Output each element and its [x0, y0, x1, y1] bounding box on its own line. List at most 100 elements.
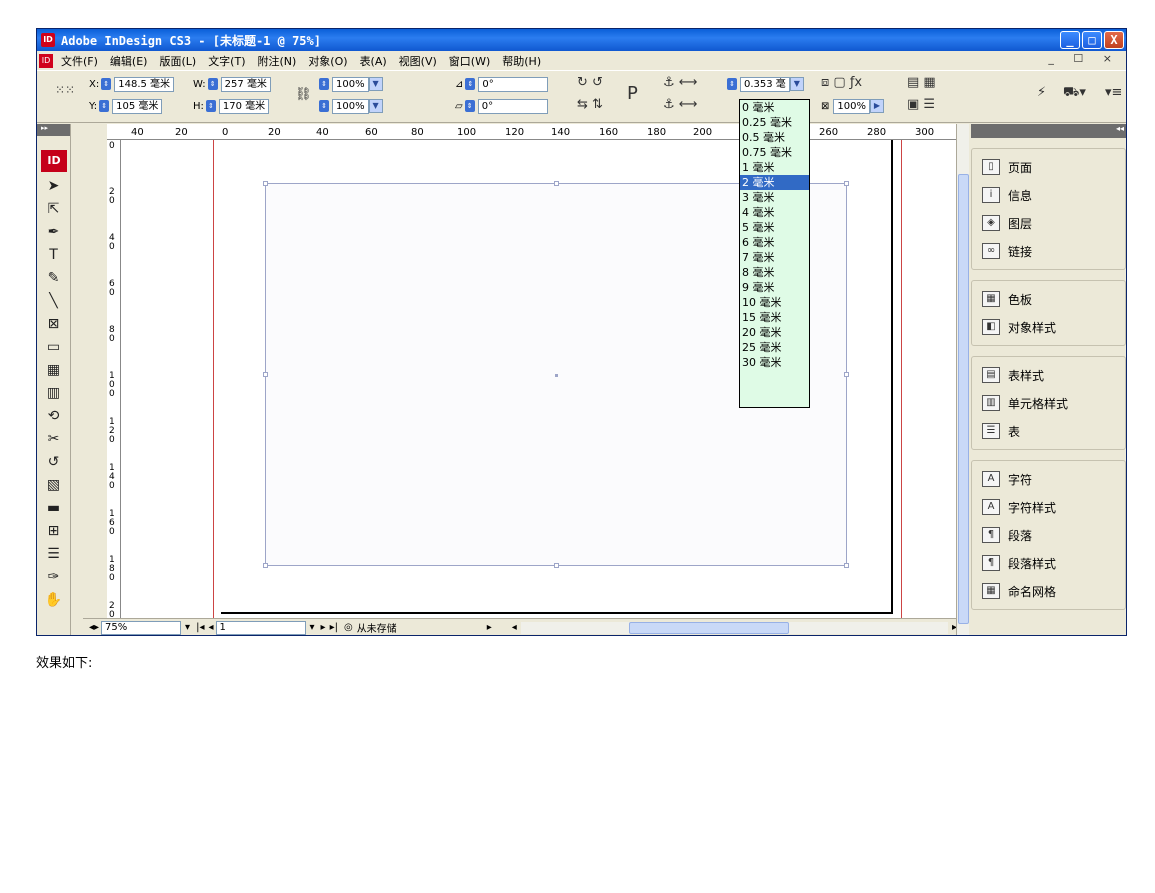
panel-item-pages[interactable]: ▯ 页面 — [972, 153, 1125, 181]
prev-page-icon[interactable]: ◂ — [208, 622, 213, 633]
minimize-button[interactable]: _ — [1060, 31, 1080, 49]
scroll-left-icon[interactable]: ◂ — [512, 622, 517, 633]
gradient-tool-icon[interactable]: ▧ — [37, 477, 70, 500]
panel-item-character-styles[interactable]: A 字符样式 — [972, 493, 1125, 521]
document-icon[interactable]: ID — [39, 53, 53, 68]
constrain-proportions-icon[interactable]: ⛓ — [295, 87, 312, 102]
h-field[interactable]: 170 毫米 — [218, 98, 270, 114]
bridge-icon[interactable]: ⛟▾ — [1063, 85, 1086, 102]
dropdown-option[interactable]: 9 毫米 — [740, 280, 809, 295]
dropdown-option[interactable]: 7 毫米 — [740, 250, 809, 265]
opacity-field[interactable]: 100% — [833, 98, 870, 114]
dropdown-option[interactable]: 5 毫米 — [740, 220, 809, 235]
dropdown-option[interactable]: 20 毫米 — [740, 325, 809, 340]
scale-x-stepper[interactable]: ⇕ — [319, 78, 329, 90]
reference-point-icon[interactable]: ⁙⁙ — [55, 83, 75, 97]
dropdown-option[interactable]: 1 毫米 — [740, 160, 809, 175]
chevron-down-icon[interactable]: ▼ — [789, 77, 804, 91]
selection-tool-icon[interactable]: ➤ — [37, 178, 70, 201]
shear-field[interactable]: 0° — [477, 98, 548, 114]
page-field[interactable]: 1 — [215, 620, 306, 635]
menu-layout[interactable]: 版面(L) — [153, 53, 202, 69]
dropdown-option[interactable]: 0.75 毫米 — [740, 145, 809, 160]
dropdown-option[interactable]: 8 毫米 — [740, 265, 809, 280]
rotate-field[interactable]: 0° — [478, 76, 549, 92]
menu-edit[interactable]: 编辑(E) — [104, 53, 154, 69]
resize-handle[interactable] — [554, 563, 559, 568]
stroke-weight-stepper[interactable]: ⇕ — [727, 78, 737, 90]
rotate-tool-icon[interactable]: ⟲ — [37, 408, 70, 431]
h-stepper[interactable]: ⇕ — [205, 100, 216, 112]
scale-y-stepper[interactable]: ⇕ — [319, 100, 329, 112]
rotate-cw-icon[interactable]: ↻ ↺ — [577, 75, 603, 90]
pencil-tool-icon[interactable]: ✎ — [37, 270, 70, 293]
text-frame-p-icon[interactable]: P — [627, 83, 638, 104]
free-transform-tool-icon[interactable]: ↺ — [37, 454, 70, 477]
resize-handle[interactable] — [844, 563, 849, 568]
resize-handle[interactable] — [844, 372, 849, 377]
first-page-icon[interactable]: |◂ — [196, 622, 204, 633]
dropdown-option[interactable]: 6 毫米 — [740, 235, 809, 250]
scissors-tool-icon[interactable]: ✂ — [37, 431, 70, 454]
chevron-down-icon[interactable]: ▾ — [185, 622, 190, 633]
title-bar[interactable]: ID Adobe InDesign CS3 - [未标题-1 @ 75%] _ … — [37, 29, 1126, 51]
stroke-weight-field[interactable]: 0.353 毫 — [740, 76, 790, 92]
distribute-icon[interactable]: ⚓ ⟷ — [663, 97, 697, 112]
toolbox-collapse-icon[interactable]: ▸▸ — [37, 124, 70, 136]
menu-file[interactable]: 文件(F) — [55, 53, 104, 69]
zoom-stepper-icon[interactable]: ◂▸ — [89, 622, 99, 633]
panel-item-character[interactable]: A 字符 — [972, 465, 1125, 493]
gradient-feather-tool-icon[interactable]: ▬ — [37, 500, 70, 523]
dropdown-option[interactable]: 25 毫米 — [740, 340, 809, 355]
y-field[interactable]: 105 毫米 — [112, 98, 163, 114]
chevron-down-icon[interactable]: ▾ — [310, 622, 315, 633]
hand-tool-icon[interactable]: ✋ — [37, 592, 70, 615]
dropdown-option[interactable]: 30 毫米 — [740, 355, 809, 370]
panel-collapse-icon[interactable]: ◂◂ — [971, 124, 1126, 138]
panel-item-table-styles[interactable]: ▤ 表样式 — [972, 361, 1125, 389]
dropdown-option[interactable]: 15 毫米 — [740, 310, 809, 325]
chevron-down-icon[interactable]: ▼ — [368, 99, 383, 113]
document-canvas[interactable] — [121, 140, 957, 620]
w-stepper[interactable]: ⇕ — [207, 78, 218, 90]
rotate-stepper[interactable]: ⇕ — [465, 78, 476, 90]
shear-stepper[interactable]: ⇕ — [464, 100, 475, 112]
panel-item-paragraph[interactable]: ¶ 段落 — [972, 521, 1125, 549]
next-page-icon[interactable]: ▸ — [321, 622, 326, 633]
w-field[interactable]: 257 毫米 — [220, 76, 271, 92]
scale-x-field[interactable]: 100% — [332, 76, 369, 92]
text-wrap-icon[interactable]: ▤ ▦ — [907, 75, 936, 90]
scale-y-field[interactable]: 100% — [332, 98, 369, 114]
x-field[interactable]: 148.5 毫米 — [114, 76, 175, 92]
horizontal-scroll-thumb[interactable] — [628, 621, 789, 634]
direct-selection-tool-icon[interactable]: ⇱ — [37, 201, 70, 224]
eyedropper-tool-icon[interactable]: ✑ — [37, 569, 70, 592]
panel-menu-icon[interactable]: ▾≡ — [1105, 85, 1122, 100]
vertical-grid-tool-icon[interactable]: ▥ — [37, 385, 70, 408]
button-tool-icon[interactable]: ⊞ — [37, 523, 70, 546]
dropdown-option[interactable]: 0.5 毫米 — [740, 130, 809, 145]
close-button[interactable]: X — [1104, 31, 1124, 49]
align-icon[interactable]: ⚓ ⟷ — [663, 75, 697, 90]
last-page-icon[interactable]: ▸| — [330, 622, 338, 633]
type-tool-icon[interactable]: T — [37, 247, 70, 270]
panel-item-layers[interactable]: ◈ 图层 — [972, 209, 1125, 237]
resize-handle[interactable] — [554, 181, 559, 186]
resize-handle[interactable] — [263, 181, 268, 186]
flip-icon[interactable]: ⇆ ⇅ — [577, 97, 603, 112]
horizontal-grid-tool-icon[interactable]: ▦ — [37, 362, 70, 385]
vertical-scroll-thumb[interactable] — [958, 174, 969, 624]
note-tool-icon[interactable]: ☰ — [37, 546, 70, 569]
menu-type[interactable]: 文字(T) — [202, 53, 251, 69]
chevron-right-icon[interactable]: ▶ — [869, 99, 884, 113]
chevron-down-icon[interactable]: ▼ — [368, 77, 383, 91]
zoom-field[interactable]: 75% — [101, 620, 182, 635]
lightning-icon[interactable]: ⚡ — [1037, 85, 1046, 100]
panel-item-cell-styles[interactable]: ▥ 单元格样式 — [972, 389, 1125, 417]
menu-object[interactable]: 对象(O) — [302, 53, 353, 69]
menu-view[interactable]: 视图(V) — [393, 53, 443, 69]
resize-handle[interactable] — [263, 563, 268, 568]
vertical-scrollbar[interactable] — [956, 124, 969, 635]
frame-fitting-icon[interactable]: ⧈ ▢ ƒx — [821, 75, 862, 90]
panel-item-swatches[interactable]: ▦ 色板 — [972, 285, 1125, 313]
